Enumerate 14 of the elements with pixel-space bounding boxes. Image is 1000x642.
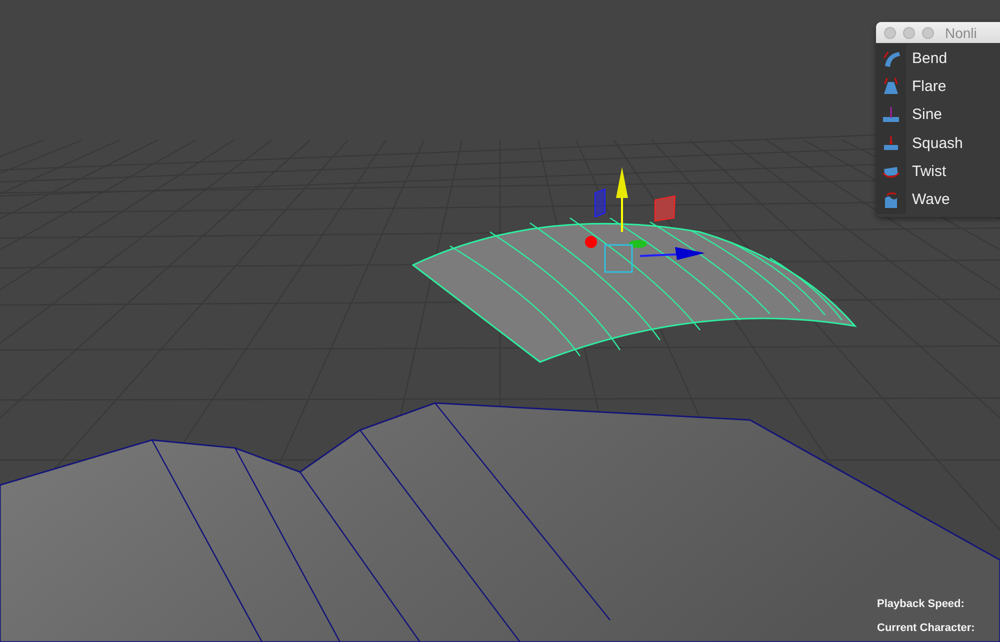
menu-item[interactable]: Twist [876, 157, 1000, 186]
status-label: Current Character: [877, 622, 975, 634]
menu-item[interactable]: Bend [876, 44, 1000, 72]
minimize-icon[interactable] [903, 26, 915, 38]
status-label: Playback Speed: [877, 598, 966, 610]
menu-item[interactable]: Wave [876, 185, 1000, 214]
close-icon[interactable] [884, 26, 896, 38]
window-title: Nonli [945, 24, 977, 40]
menu-item[interactable]: Sine [876, 100, 1000, 129]
zoom-icon[interactable] [922, 26, 934, 38]
menu-item[interactable]: Squash [876, 128, 1000, 158]
menu-item[interactable]: Flare [876, 72, 1000, 101]
deformer-icon [881, 104, 901, 125]
deformer-icon [881, 76, 901, 96]
